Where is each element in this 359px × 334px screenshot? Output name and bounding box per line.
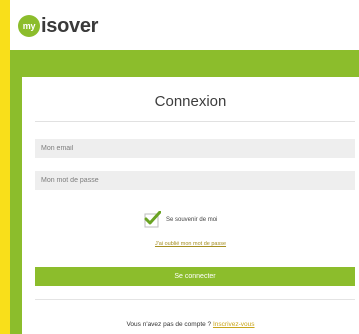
page-title: Connexion — [154, 93, 227, 110]
logo[interactable]: my isover — [18, 15, 98, 37]
remember-checkbox[interactable] — [144, 211, 161, 228]
email-field[interactable] — [35, 139, 355, 158]
check-icon — [144, 211, 161, 228]
divider — [35, 299, 355, 300]
signup-link[interactable]: Inscrivez-vous — [213, 321, 255, 328]
divider — [35, 121, 355, 122]
remember-label: Se souvenir de moi — [166, 216, 218, 223]
login-card: Connexion Se souvenir de moi J'ai oublié… — [22, 77, 359, 334]
signup-text: Vous n'avez pas de compte ? — [126, 321, 212, 328]
top-bar: my isover — [10, 0, 359, 50]
password-field[interactable] — [35, 171, 355, 190]
forgot-password-link[interactable]: J'ai oublié mon mot de passe — [22, 241, 359, 247]
app-frame: my isover Connexion Se souvenir de moi J… — [10, 0, 359, 334]
remember-me[interactable]: Se souvenir de moi — [144, 211, 217, 228]
logo-text: isover — [41, 15, 99, 37]
logo-badge: my — [18, 15, 40, 37]
signup-prompt: Vous n'avez pas de compte ? Inscrivez-vo… — [22, 321, 359, 328]
login-button[interactable]: Se connecter — [35, 267, 355, 286]
